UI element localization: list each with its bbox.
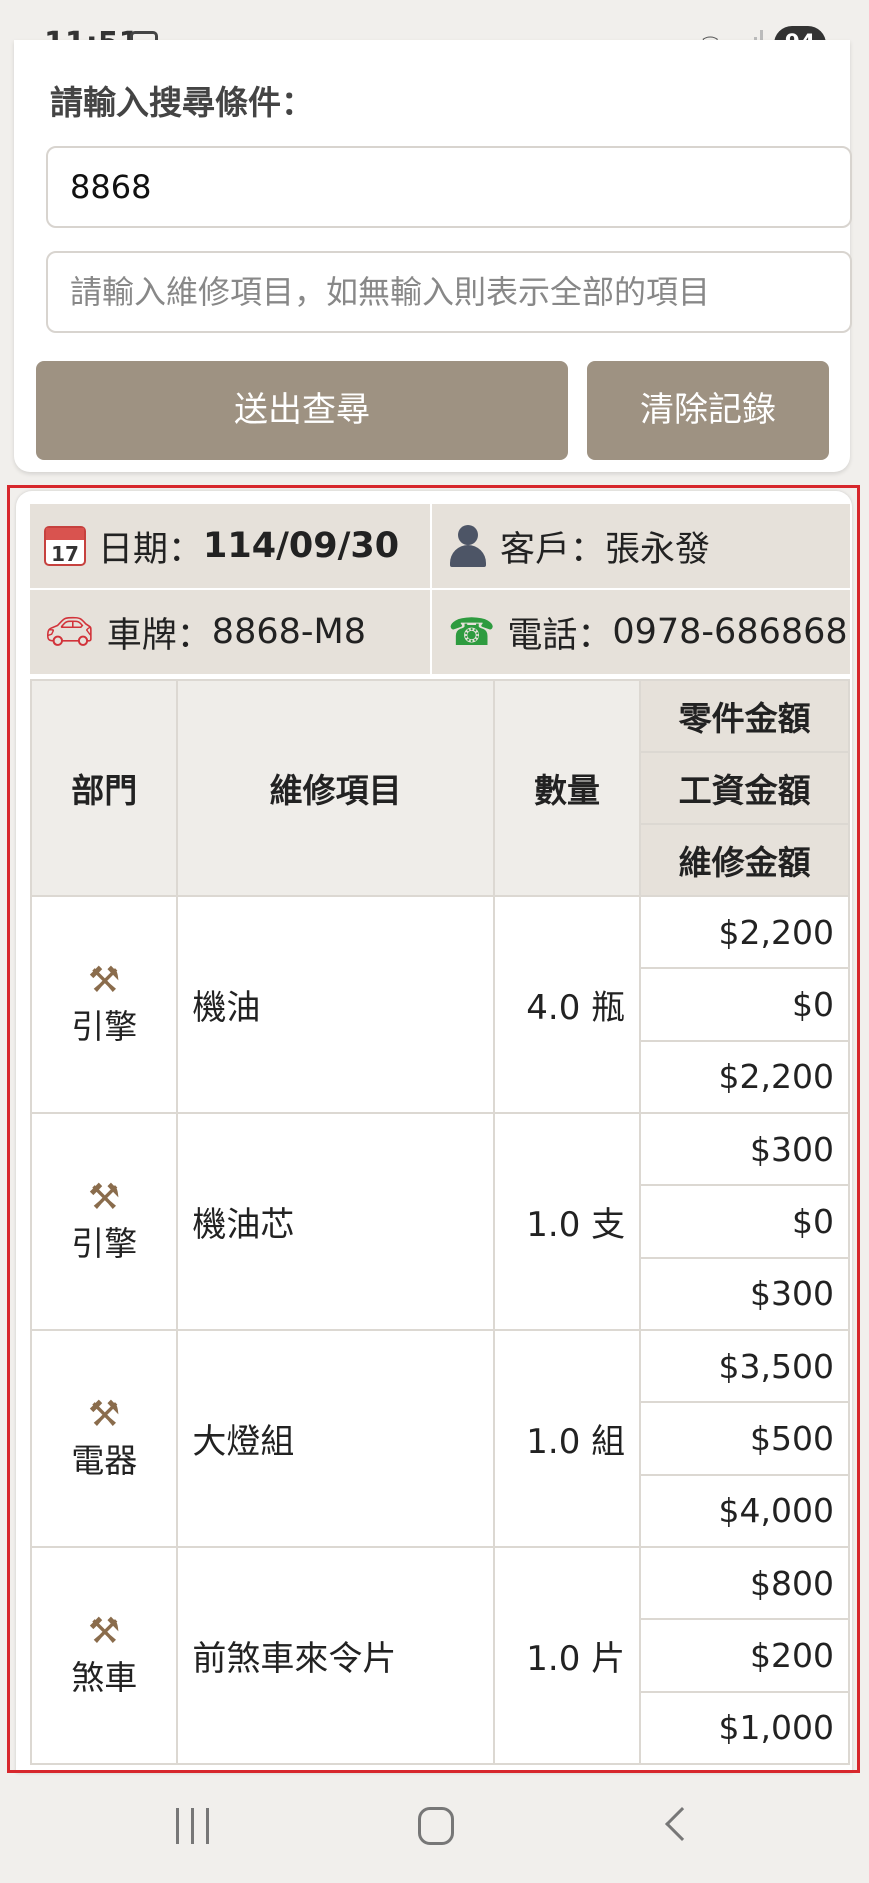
repair-item-input[interactable] bbox=[46, 251, 852, 333]
back-button[interactable] bbox=[665, 1807, 699, 1841]
system-nav-bar bbox=[0, 1778, 869, 1883]
recent-apps-button[interactable] bbox=[176, 1808, 210, 1844]
search-title: 請輸入搜尋條件： bbox=[50, 83, 314, 122]
result-highlight-outline bbox=[7, 485, 860, 1773]
clear-records-button[interactable]: 清除記錄 bbox=[587, 361, 829, 460]
search-card: 請輸入搜尋條件： 送出查尋 清除記錄 bbox=[14, 40, 852, 472]
search-query-input[interactable] bbox=[46, 146, 852, 228]
home-button[interactable] bbox=[418, 1807, 454, 1845]
submit-search-button[interactable]: 送出查尋 bbox=[36, 361, 568, 460]
